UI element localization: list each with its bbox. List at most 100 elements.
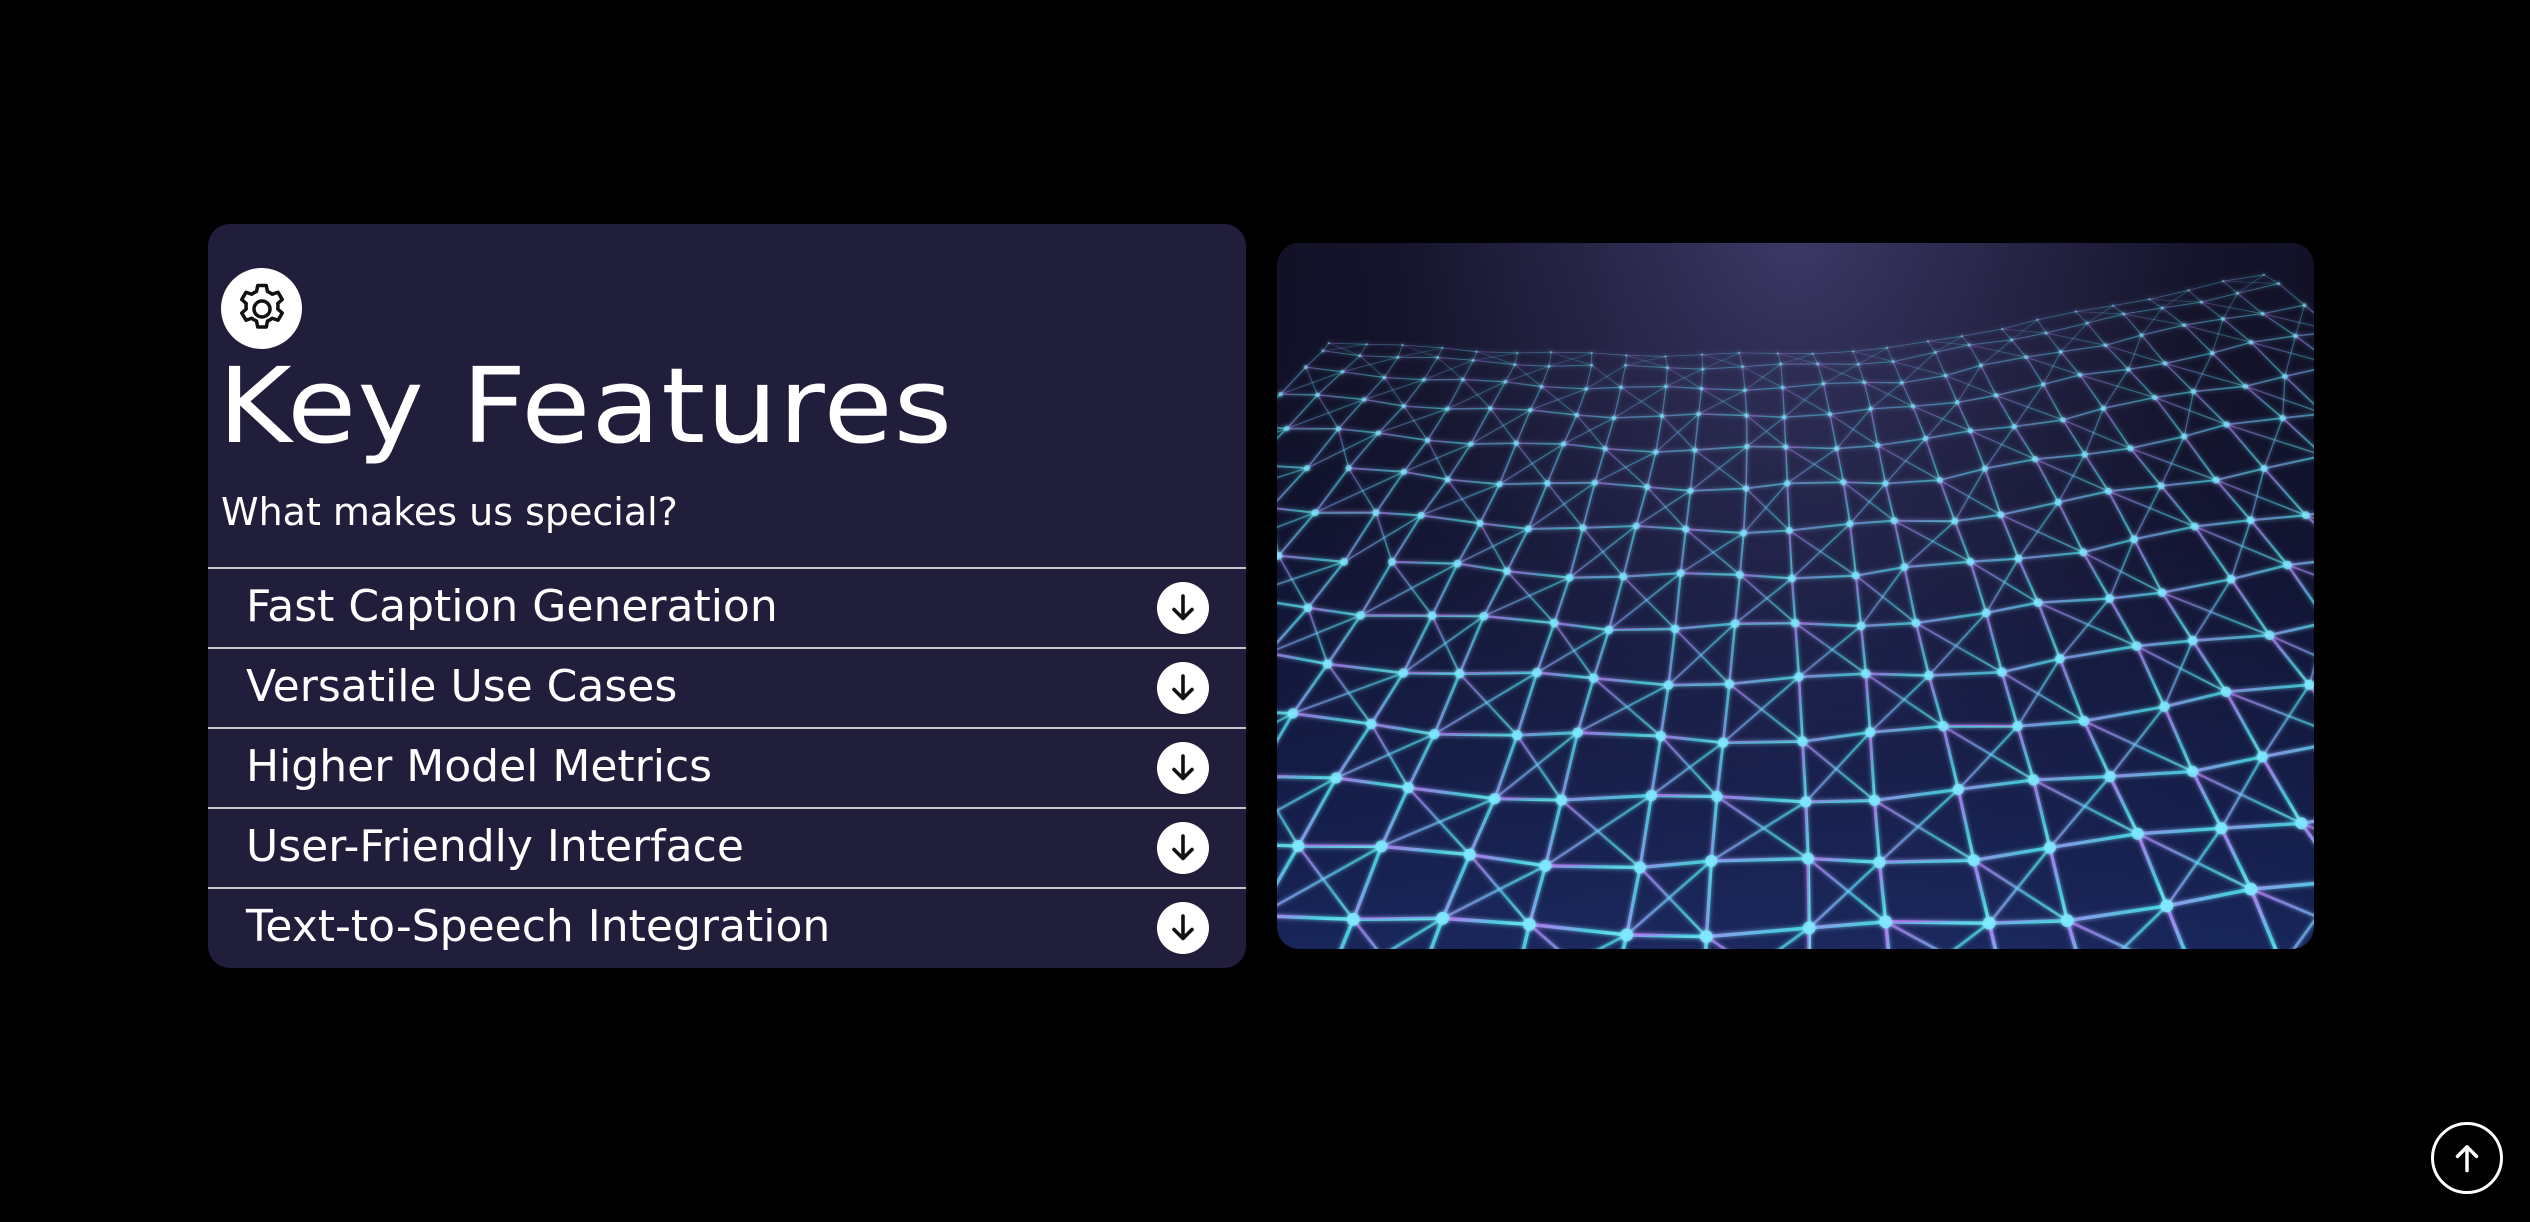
mesh-line — [1447, 407, 1491, 410]
arrow-down-icon[interactable] — [1157, 822, 1209, 874]
mesh-node — [1400, 468, 1408, 475]
mesh-node — [2283, 560, 2292, 570]
mesh-node — [2187, 289, 2190, 292]
arrow-down-icon[interactable] — [1157, 582, 1209, 634]
mesh-node — [2074, 310, 2077, 313]
mesh-node — [2122, 312, 2126, 316]
mesh-node — [1524, 525, 1532, 533]
mesh-node — [1539, 384, 1544, 389]
mesh-node — [1643, 483, 1651, 491]
scroll-to-top-button[interactable] — [2431, 1122, 2503, 1194]
mesh-node — [1856, 362, 1860, 366]
mesh-node — [1382, 375, 1387, 380]
mesh-line — [1569, 575, 1624, 579]
mesh-node — [1401, 403, 1407, 409]
mesh-node — [2111, 304, 2115, 307]
mesh-node — [1966, 557, 1975, 566]
mesh-node — [1398, 668, 1409, 678]
mesh-node — [1463, 848, 1476, 861]
mesh-node — [2235, 291, 2240, 295]
mesh-node — [1471, 358, 1475, 362]
mesh-node — [1436, 355, 1440, 360]
mesh-node — [2302, 303, 2307, 308]
mesh-node — [2282, 373, 2288, 380]
mesh-node — [1981, 465, 1989, 472]
mesh-node — [2060, 914, 2074, 927]
mesh-node — [1997, 511, 2005, 519]
mesh-node — [2190, 522, 2199, 531]
mesh-node — [1549, 351, 1553, 354]
mesh-node — [1496, 481, 1503, 488]
mesh-node — [1444, 476, 1451, 483]
mesh-node — [2159, 701, 2170, 712]
mesh-node — [1960, 335, 1964, 338]
mesh-node — [1730, 619, 1740, 628]
mesh-node — [1794, 672, 1804, 682]
feature-item-text-to-speech-integration[interactable]: Text-to-Speech Integration — [208, 887, 1246, 967]
mesh-node — [1303, 464, 1311, 472]
mesh-node — [2104, 770, 2116, 783]
mesh-line — [1353, 916, 1443, 922]
mesh-node — [1303, 603, 1313, 613]
mesh-node — [1445, 406, 1450, 412]
mesh-node — [1611, 415, 1617, 421]
mesh-node — [1590, 363, 1594, 367]
mesh-node — [1851, 350, 1855, 353]
page-title: Key Features — [218, 345, 954, 467]
mesh-node — [1670, 624, 1680, 634]
mesh-node — [2012, 721, 2023, 732]
mesh-node — [2055, 653, 2065, 664]
mesh-node — [1619, 572, 1628, 581]
mesh-node — [2081, 451, 2088, 458]
mesh-node — [2246, 516, 2255, 525]
mesh-node — [1284, 425, 1290, 432]
mesh-line — [1885, 920, 1990, 925]
mesh-line — [1787, 481, 1844, 485]
mesh-line — [1280, 393, 1318, 396]
mesh-node — [1875, 442, 1881, 449]
feature-item-versatile-use-cases[interactable]: Versatile Use Cases — [208, 647, 1246, 727]
mesh-illustration — [1277, 243, 2314, 949]
mesh-node — [1744, 443, 1750, 450]
mesh-node — [2100, 405, 2107, 412]
arrow-down-icon[interactable] — [1157, 742, 1209, 794]
mesh-node — [1700, 930, 1713, 943]
mesh-node — [2130, 535, 2139, 544]
mesh-node — [1776, 352, 1779, 355]
mesh-node — [1717, 737, 1729, 748]
mesh-node — [1900, 563, 1909, 572]
mesh-node — [1315, 392, 1320, 398]
mesh-node — [1978, 363, 1983, 368]
mesh-node — [1356, 611, 1365, 620]
mesh-line — [1528, 526, 1583, 530]
mesh-node — [1619, 385, 1623, 390]
mesh-node — [1742, 485, 1750, 492]
mesh-node — [2215, 822, 2228, 835]
feature-item-fast-caption-generation[interactable]: Fast Caption Generation — [208, 567, 1246, 647]
mesh-node — [1951, 517, 1959, 525]
mesh-node — [1821, 381, 1826, 386]
mesh-node — [1664, 384, 1668, 389]
mesh-node — [2190, 388, 2197, 395]
feature-item-higher-model-metrics[interactable]: Higher Model Metrics — [208, 727, 1246, 807]
mesh-node — [1737, 351, 1741, 355]
mesh-node — [1846, 520, 1854, 528]
mesh-line — [1547, 481, 1595, 485]
mesh-line — [1608, 627, 1676, 632]
mesh-node — [1620, 928, 1634, 942]
mesh-node — [2043, 841, 2056, 854]
mesh-node — [2221, 316, 2225, 321]
mesh-line — [1432, 614, 1484, 618]
mesh-node — [2160, 306, 2164, 310]
mesh-node — [1346, 913, 1360, 926]
mesh-node — [1453, 559, 1462, 568]
arrow-down-icon[interactable] — [1157, 662, 1209, 714]
mesh-node — [1396, 355, 1400, 359]
arrow-down-icon[interactable] — [1157, 902, 1209, 954]
mesh-node — [1816, 362, 1820, 366]
mesh-node — [1489, 793, 1501, 805]
mesh-node — [1436, 911, 1449, 925]
mesh-node — [1588, 673, 1599, 683]
mesh-node — [2187, 765, 2199, 778]
feature-item-user-friendly-interface[interactable]: User-Friendly Interface — [208, 807, 1246, 887]
